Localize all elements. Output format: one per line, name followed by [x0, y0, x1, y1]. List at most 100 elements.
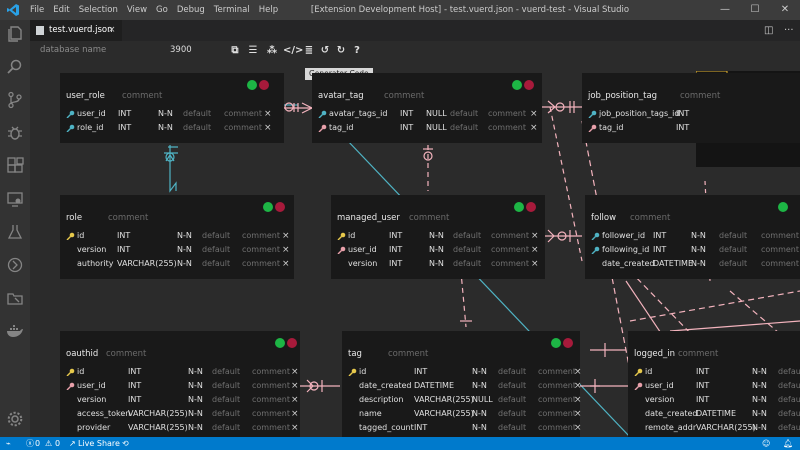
column-type[interactable]: INT	[389, 243, 402, 257]
column-null[interactable]: N-N	[429, 257, 444, 271]
table-managed-user[interactable]: managed_user comment id INT N-N default …	[331, 195, 545, 279]
column-name[interactable]: version	[348, 257, 377, 271]
column-name[interactable]: avatar_tags_id	[329, 107, 387, 121]
column-name[interactable]: date_created	[602, 257, 655, 271]
column-type[interactable]: DATETIME	[414, 379, 454, 393]
table-avatar-tag[interactable]: avatar_tag comment avatar_tags_id INT NU…	[312, 73, 542, 143]
column-name[interactable]: name	[359, 407, 382, 421]
column-name[interactable]: version	[645, 393, 674, 407]
table-comment[interactable]: comment	[122, 91, 162, 101]
column-type[interactable]: INT	[118, 107, 131, 121]
table-name[interactable]: role	[66, 213, 82, 223]
column-row[interactable]: remote_addr VARCHAR(255) N-N default	[628, 421, 800, 435]
table-follow[interactable]: follow comment follower_id INT N-N defau…	[585, 195, 800, 279]
column-row[interactable]: role_id INT N-N default comment ×	[60, 121, 284, 135]
column-type[interactable]: INT	[128, 393, 141, 407]
column-type[interactable]: INT	[389, 229, 402, 243]
column-null[interactable]: N-N	[188, 393, 203, 407]
column-null[interactable]: N-N	[472, 365, 487, 379]
column-comment[interactable]: comment	[538, 365, 576, 379]
column-null[interactable]: N-N	[188, 365, 203, 379]
table-logged-in[interactable]: logged_in comment id INT N-N default use…	[628, 331, 800, 437]
table-comment[interactable]: comment	[108, 213, 148, 223]
column-row[interactable]: version INT N-N default comment ×	[60, 243, 294, 257]
history-icon[interactable]: ⟲	[122, 437, 129, 450]
column-default[interactable]: default	[212, 393, 240, 407]
column-type[interactable]: INT	[696, 393, 709, 407]
remote-indicator-icon[interactable]: ⌁	[6, 437, 11, 450]
column-type[interactable]: DATETIME	[696, 407, 736, 421]
column-name[interactable]: date_created	[359, 379, 412, 393]
column-default[interactable]: default	[450, 107, 478, 121]
split-editor-icon[interactable]: ◫	[764, 20, 773, 41]
column-row[interactable]: version INT N-N default	[628, 393, 800, 407]
column-name[interactable]: follower_id	[602, 229, 645, 243]
column-comment[interactable]: comment	[252, 379, 290, 393]
delete-column-icon[interactable]: ×	[291, 379, 299, 393]
column-row[interactable]: access_token VARCHAR(255) N-N default co…	[60, 407, 300, 421]
column-default[interactable]: default	[183, 107, 211, 121]
delete-column-icon[interactable]: ×	[291, 407, 299, 421]
source-control-icon[interactable]	[6, 91, 24, 109]
delete-column-icon[interactable]: ×	[531, 243, 539, 257]
delete-column-icon[interactable]: ×	[291, 421, 299, 435]
column-comment[interactable]: comment	[488, 107, 526, 121]
column-default[interactable]: default	[212, 365, 240, 379]
table-color-green-icon[interactable]	[551, 338, 561, 348]
explorer-icon[interactable]	[6, 25, 24, 43]
column-row[interactable]: id INT N-N default comment ×	[331, 229, 545, 243]
column-comment[interactable]: comment	[252, 421, 290, 435]
column-null[interactable]: N-N	[472, 379, 487, 393]
column-type[interactable]: VARCHAR(255)	[128, 421, 188, 435]
table-color-green-icon[interactable]	[275, 338, 285, 348]
column-default[interactable]: default	[498, 393, 526, 407]
feedback-icon[interactable]: ☺	[762, 437, 770, 450]
table-name[interactable]: tag	[348, 349, 362, 359]
remote-explorer-icon[interactable]	[6, 190, 24, 208]
column-comment[interactable]: comment	[252, 365, 290, 379]
table-name[interactable]: oauthid	[66, 349, 98, 359]
generator-code-icon[interactable]: ≣	[303, 44, 315, 57]
column-type[interactable]: INT	[400, 107, 413, 121]
column-row[interactable]: user_id INT N-N default comment ×	[331, 243, 545, 257]
column-type[interactable]: VARCHAR(255)	[117, 257, 177, 271]
column-row[interactable]: id INT N-N default comment ×	[60, 229, 294, 243]
column-row[interactable]: avatar_tags_id INT NULL default comment …	[312, 107, 542, 121]
column-type[interactable]: INT	[696, 365, 709, 379]
test-flask-icon[interactable]	[6, 223, 24, 241]
column-null[interactable]: N-N	[177, 229, 192, 243]
column-type[interactable]: INT	[128, 379, 141, 393]
column-null[interactable]: N-N	[752, 365, 767, 379]
column-null[interactable]: N-N	[188, 379, 203, 393]
column-default[interactable]: default	[212, 379, 240, 393]
column-comment[interactable]: comment	[242, 257, 280, 271]
column-default[interactable]: default	[212, 407, 240, 421]
table-comment[interactable]: comment	[409, 213, 449, 223]
table-name[interactable]: job_position_tag	[588, 91, 657, 101]
menu-terminal[interactable]: Terminal	[210, 0, 254, 20]
column-comment[interactable]: comment	[538, 379, 576, 393]
column-comment[interactable]: comment	[242, 243, 280, 257]
column-name[interactable]: role_id	[77, 121, 103, 135]
column-null[interactable]: N-N	[752, 421, 767, 435]
search-icon[interactable]	[6, 58, 24, 76]
table-user-role[interactable]: user_role comment user_id INT N-N defaul…	[60, 73, 284, 143]
column-name[interactable]: version	[77, 243, 106, 257]
warning-count[interactable]: 0	[55, 437, 60, 450]
column-name[interactable]: remote_addr	[645, 421, 696, 435]
column-row[interactable]: name VARCHAR(255) N-N default comment ×	[342, 407, 582, 421]
column-type[interactable]: INT	[117, 229, 130, 243]
menu-edit[interactable]: Edit	[49, 0, 73, 20]
column-null[interactable]: NULL	[426, 121, 447, 135]
column-null[interactable]: N-N	[429, 243, 444, 257]
table-delete-red-icon[interactable]	[259, 80, 269, 90]
delete-column-icon[interactable]: ×	[574, 421, 582, 435]
table-delete-red-icon[interactable]	[563, 338, 573, 348]
more-actions-icon[interactable]: ···	[784, 20, 794, 41]
column-null[interactable]: N-N	[429, 229, 444, 243]
column-row[interactable]: job_position_tags_id INT	[582, 107, 800, 121]
column-comment[interactable]: comment	[538, 393, 576, 407]
column-null[interactable]: N-N	[691, 243, 706, 257]
column-name[interactable]: authority	[77, 257, 113, 271]
column-null[interactable]: N-N	[177, 243, 192, 257]
